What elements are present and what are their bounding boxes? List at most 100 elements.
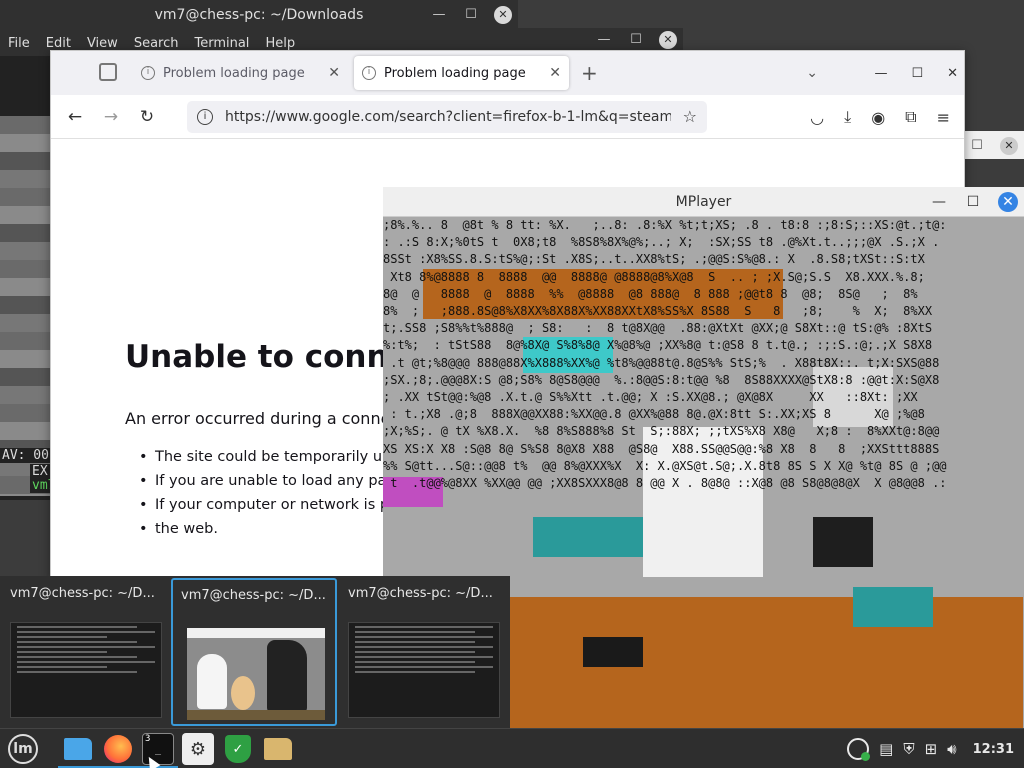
back-arrow-icon[interactable]: ← (61, 103, 89, 131)
tab-list-chevron-icon[interactable]: ⌄ (806, 65, 818, 81)
new-tab-icon[interactable]: + (581, 61, 598, 85)
terminal-window-count: 3 (145, 734, 151, 744)
window-switcher: vm7@chess-pc: ~/D... vm7@chess-pc: ~/D..… (0, 576, 510, 728)
ascii-row: : .:S 8:X;%0tS t 0X8;t8 %8S8%8X%@%;..; X… (383, 235, 940, 250)
menu-help[interactable]: Help (265, 36, 295, 51)
switcher-label: vm7@chess-pc: ~/D... (181, 588, 326, 603)
ascii-row: 8SSt :X8%SS.8.S:tS%@;:St .X8S;..t..XX8%t… (383, 252, 925, 267)
ascii-row: %:t%; : tStS88 8@%8X@ S%8%8@ X%@8%@ ;XX%… (383, 338, 933, 353)
terminal-line: EX (30, 464, 50, 479)
menu-hamburger-icon[interactable]: ≡ (937, 108, 950, 127)
system-tray: ▤ ⛨ ⊞ 🔊︎ 12:31 (847, 729, 1014, 768)
ascii-frame-text: ;8%.%.. 8 @8t % 8 tt: %X. ;..8: .8:%X %t… (383, 217, 947, 492)
settings-gear-icon[interactable]: ⚙ (182, 733, 214, 765)
maximize-icon[interactable]: ☐ (968, 137, 986, 155)
error-title: Unable to conne (125, 339, 410, 375)
switcher-item-terminal-1[interactable]: vm7@chess-pc: ~/D... (2, 578, 168, 726)
ascii-row: ;X;%S;. @ tX %X8.X. %8 8%S888%8 St S;:88… (383, 424, 940, 439)
tab-problem-loading-1[interactable]: i Problem loading page ✕ (133, 56, 348, 90)
url-bar[interactable]: i https://www.google.com/search?client=f… (187, 100, 707, 133)
switcher-label: vm7@chess-pc: ~/D... (10, 586, 155, 601)
tab-label: Problem loading page (163, 65, 305, 81)
minimize-icon[interactable]: — (930, 193, 948, 211)
folder-icon[interactable] (262, 733, 294, 765)
ascii-row: t .t@@%@8XX %XX@@ @@ ;XX8SXXX8@8 8 @@ X … (383, 476, 947, 491)
account-icon[interactable]: ◉ (871, 108, 885, 127)
info-icon: i (362, 66, 376, 80)
pixelated-video-fragment (0, 116, 50, 496)
close-icon[interactable]: ✕ (1000, 137, 1018, 155)
menu-search[interactable]: Search (134, 36, 179, 51)
mplayer-title: MPlayer (675, 194, 732, 210)
ascii-row: ;SX.;8;.@@@8X:S @8;S8% 8@S8@@@ %.:8@@S:8… (383, 372, 940, 387)
update-manager-icon[interactable] (847, 738, 871, 761)
info-icon: i (141, 66, 155, 80)
ascii-row: ;8%.%.. 8 @8t % 8 tt: %X. ;..8: .8:%X %t… (383, 218, 947, 232)
background-window-titlebar[interactable]: — ☐ ✕ (515, 28, 683, 52)
tab-groups-icon[interactable] (99, 63, 117, 81)
close-icon[interactable]: ✕ (947, 66, 958, 81)
site-info-icon[interactable]: i (197, 108, 213, 125)
color-block (503, 597, 1023, 728)
terminal-titlebar[interactable]: vm7@chess-pc: ~/Downloads — ☐ ✕ (0, 0, 518, 30)
volume-icon[interactable]: 🔊︎ (947, 740, 956, 758)
switcher-item-terminal-3[interactable]: vm7@chess-pc: ~/D... (340, 578, 506, 726)
ascii-row: .t @t;%8@@@ 888@88X%X888%XX%@ %t8%@@88t@… (383, 355, 940, 370)
ascii-row: 8% ; ;888.8S@8%X8XX%8X88X%XX88XXtX8%SS%X… (383, 304, 933, 319)
mint-menu-icon[interactable]: lm (8, 734, 38, 764)
reload-icon[interactable]: ↻ (133, 103, 161, 131)
ascii-row: t;.SS8 ;S8%%t%888@ ; S8: : 8 t@8X@@ .88:… (383, 321, 933, 336)
firefox-icon[interactable] (102, 733, 134, 765)
minimize-icon[interactable]: — (874, 66, 887, 81)
close-icon[interactable]: ✕ (659, 31, 677, 49)
clipboard-icon[interactable]: ▤ (879, 740, 893, 758)
menu-view[interactable]: View (87, 36, 118, 51)
tab-problem-loading-2[interactable]: i Problem loading page ✕ (354, 56, 569, 90)
ascii-row: 8@ @ 8888 @ 8888 %% @8888 @8 888@ 8 888 … (383, 286, 918, 301)
mplayer-titlebar[interactable]: MPlayer — ☐ ✕ (383, 187, 1024, 217)
download-icon[interactable]: ⤓ (844, 107, 851, 127)
switcher-label: vm7@chess-pc: ~/D... (348, 586, 493, 601)
files-icon[interactable] (62, 733, 94, 765)
extensions-icon[interactable]: ⧉ (905, 107, 916, 127)
tab-strip: i Problem loading page ✕ i Problem loadi… (51, 51, 964, 95)
navigation-bar: ← → ↻ i https://www.google.com/search?cl… (51, 95, 964, 139)
minimize-icon[interactable]: — (595, 31, 613, 49)
close-icon[interactable]: ✕ (494, 6, 512, 24)
clock[interactable]: 12:31 (973, 742, 1014, 757)
shield-status-icon[interactable]: ⛨ (903, 740, 914, 758)
video-thumbnail (187, 628, 325, 720)
background-window-titlebar[interactable]: ☐ ✕ (962, 131, 1024, 159)
window-thumbnail (348, 622, 500, 718)
ascii-row: Xt8 8%@8888 8 8888 @@ 8888@ @8888@8%X@8 … (383, 269, 925, 284)
maximize-icon[interactable]: ☐ (964, 193, 982, 211)
minimize-icon[interactable]: — (430, 6, 448, 24)
menu-terminal[interactable]: Terminal (194, 36, 249, 51)
pocket-icon[interactable]: ◡ (810, 108, 824, 127)
tab-label: Problem loading page (384, 65, 526, 81)
shield-icon[interactable]: ✓ (222, 733, 254, 765)
color-block (813, 517, 873, 567)
color-block (533, 517, 643, 557)
close-icon[interactable]: ✕ (998, 192, 1018, 212)
maximize-icon[interactable]: ☐ (911, 66, 923, 81)
menu-edit[interactable]: Edit (46, 36, 71, 51)
maximize-icon[interactable]: ☐ (462, 6, 480, 24)
ascii-row: XS XS:X X8 :S@8 8@ S%S8 8@X8 X88 @S8@ X8… (383, 441, 940, 456)
terminal-line: AV: 00 (0, 448, 51, 463)
terminal-title: vm7@chess-pc: ~/Downloads (154, 7, 364, 23)
switcher-item-mplayer[interactable]: vm7@chess-pc: ~/D... (171, 578, 337, 726)
bookmark-star-icon[interactable]: ☆ (683, 107, 697, 126)
network-icon[interactable]: ⊞ (925, 740, 938, 758)
color-block (583, 637, 643, 667)
ascii-row: ; .XX tSt@@:%@8 .X.t.@ S%%Xtt .t.@@; X :… (383, 390, 918, 405)
error-subtitle: An error occurred during a conne (125, 409, 391, 428)
url-text[interactable]: https://www.google.com/search?client=fir… (225, 109, 671, 125)
tab-close-icon[interactable]: ✕ (328, 65, 340, 81)
tab-close-icon[interactable]: ✕ (549, 65, 561, 81)
ascii-row: : t.;X8 .@;8 888X@@XX88:%XX@@.8 @XX%@88 … (383, 407, 925, 422)
maximize-icon[interactable]: ☐ (627, 31, 645, 49)
forward-arrow-icon[interactable]: → (97, 103, 125, 131)
ascii-row: %% S@tt...S@::@@8 t% @@ 8%@XXX%X X: X.@X… (383, 458, 947, 473)
menu-file[interactable]: File (8, 36, 30, 51)
